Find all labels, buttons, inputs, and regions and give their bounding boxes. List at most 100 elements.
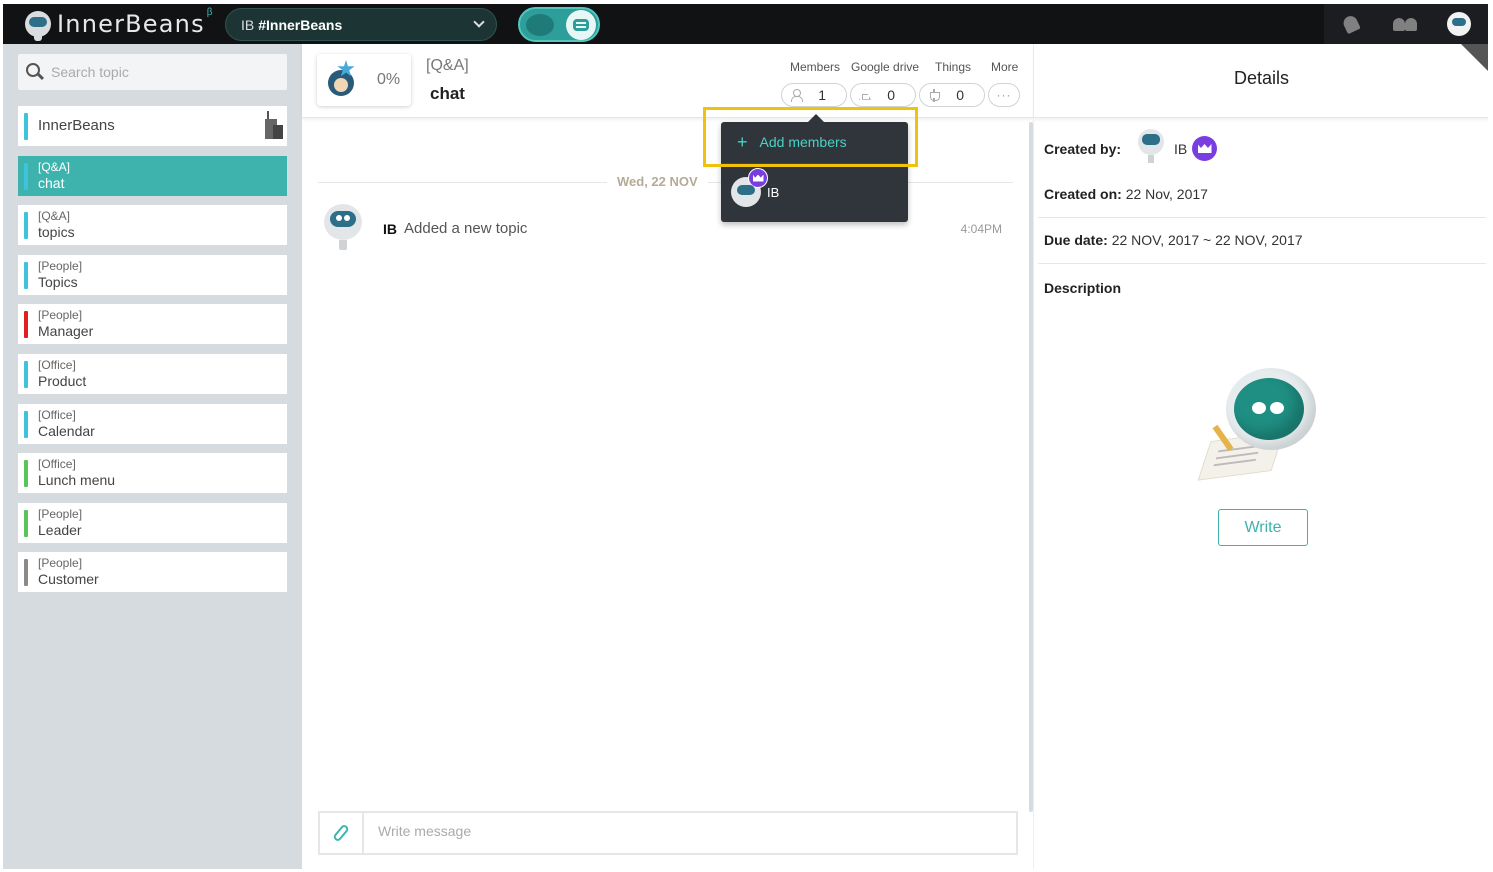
writing-bean-illustration xyxy=(1197,366,1322,484)
workspace-name: #InnerBeans xyxy=(258,16,343,33)
topic-color-bar xyxy=(24,162,28,190)
members-button[interactable] xyxy=(1378,4,1432,44)
app-logo[interactable]: InnerBeans β xyxy=(25,6,213,41)
topic-sidebar: InnerBeans [Q&A] chat [Q&A] topics [Peop xyxy=(3,44,302,869)
write-description-button[interactable]: Write xyxy=(1218,509,1308,546)
member-name: IB xyxy=(767,184,780,200)
things-label: Things xyxy=(935,60,972,74)
google-drive-count-button[interactable]: 0 xyxy=(850,83,916,107)
topic-title: Topics xyxy=(38,273,78,290)
bean-view-icon[interactable] xyxy=(526,14,554,36)
topic-item-calendar[interactable]: [Office] Calendar xyxy=(18,403,287,444)
plus-icon: + xyxy=(737,132,748,152)
created-by-label: Created by: xyxy=(1044,141,1122,157)
drive-count: 0 xyxy=(887,87,895,103)
due-date-value: 22 NOV, 2017 ~ 22 NOV, 2017 xyxy=(1111,232,1303,248)
topic-color-bar xyxy=(24,261,28,289)
more-button[interactable]: ··· xyxy=(988,83,1020,107)
things-count-button[interactable]: 0 xyxy=(919,83,985,107)
profile-button[interactable] xyxy=(1432,4,1486,44)
topic-item-people-topics[interactable]: [People] Topics xyxy=(18,254,287,295)
topic-tag: [Office] xyxy=(38,357,76,372)
topic-item-product[interactable]: [Office] Product xyxy=(18,353,287,394)
due-date-row[interactable]: Due date: 22 NOV, 2017 ~ 22 NOV, 2017 xyxy=(1044,232,1303,248)
search-input[interactable] xyxy=(51,64,271,80)
description-row: Description xyxy=(1044,280,1121,296)
app-name: InnerBeans xyxy=(57,10,205,38)
topic-item-customer[interactable]: [People] Customer xyxy=(18,552,287,593)
members-count: 1 xyxy=(818,87,826,103)
top-bar: InnerBeans β IB #InnerBeans xyxy=(3,4,1488,44)
topic-item-lunch-menu[interactable]: [Office] Lunch menu xyxy=(18,453,287,494)
topic-header-tag: [Q&A] xyxy=(426,57,469,74)
building-icon xyxy=(263,111,283,141)
topic-tag: [Office] xyxy=(38,457,76,472)
message-author: IB xyxy=(383,221,397,237)
topic-progress-card[interactable]: 0% xyxy=(317,54,411,106)
topic-tag: [Q&A] xyxy=(38,209,71,224)
topic-item-leader[interactable]: [People] Leader xyxy=(18,502,287,543)
topic-color-bar xyxy=(24,509,28,537)
things-count: 0 xyxy=(956,87,964,103)
topic-title: Lunch menu xyxy=(38,472,116,489)
members-dropdown: + Add members IB xyxy=(721,114,908,222)
plug-icon xyxy=(928,89,940,101)
dropdown-divider xyxy=(721,163,908,164)
topic-title: Calendar xyxy=(38,422,95,439)
details-header: Details xyxy=(1034,44,1488,118)
add-members-button[interactable]: + Add members xyxy=(721,122,908,162)
topic-title: Manager xyxy=(38,323,94,340)
workspace-selector[interactable]: IB #InnerBeans xyxy=(225,8,497,41)
topic-title: Customer xyxy=(38,571,99,588)
chat-view-button[interactable] xyxy=(566,10,596,40)
top-right-actions xyxy=(1324,4,1488,44)
creator-avatar-icon[interactable] xyxy=(1138,129,1166,163)
progress-percent: 0% xyxy=(377,71,401,88)
topic-color-bar xyxy=(24,360,28,388)
notification-button[interactable] xyxy=(1324,4,1378,44)
created-on-value: 22 Nov, 2017 xyxy=(1125,186,1208,202)
attach-button[interactable] xyxy=(320,813,364,853)
topic-header-title: chat xyxy=(430,84,465,103)
topic-tag: [People] xyxy=(38,506,83,521)
topic-color-bar xyxy=(24,212,28,240)
topic-tag: [Q&A] xyxy=(38,159,71,174)
search-icon xyxy=(26,63,44,81)
topic-color-bar xyxy=(24,559,28,587)
topic-title: Product xyxy=(38,372,87,389)
chevron-down-icon xyxy=(473,16,485,28)
topic-tag: [Office] xyxy=(38,407,76,422)
description-label: Description xyxy=(1044,280,1122,296)
topic-item-manager[interactable]: [People] Manager xyxy=(18,304,287,345)
topic-list: InnerBeans [Q&A] chat [Q&A] topics [Peop xyxy=(18,106,287,602)
topic-title: InnerBeans xyxy=(38,117,115,134)
details-title: Details xyxy=(1233,68,1290,88)
topic-header: 0% [Q&A] chat Members Google drive Thing… xyxy=(302,44,1033,118)
topic-item-innerbeans[interactable]: InnerBeans xyxy=(18,106,287,146)
message-time: 4:04PM xyxy=(960,222,1002,236)
bean-mascot-icon xyxy=(25,11,51,41)
beta-badge: β xyxy=(206,6,213,18)
people-icon xyxy=(1391,17,1419,31)
creator-name: IB xyxy=(1174,141,1188,157)
view-mode-toggle[interactable] xyxy=(518,7,600,42)
topic-item-chat[interactable]: [Q&A] chat xyxy=(18,155,287,196)
topic-item-topics[interactable]: [Q&A] topics xyxy=(18,205,287,246)
members-count-button[interactable]: 1 xyxy=(781,83,847,107)
workspace-prefix: IB xyxy=(241,16,255,33)
google-drive-label: Google drive xyxy=(851,60,920,74)
paperclip-icon xyxy=(332,823,350,843)
google-drive-icon xyxy=(859,89,871,100)
topic-color-bar xyxy=(24,460,28,488)
more-label: More xyxy=(991,60,1019,74)
corner-fold-icon[interactable] xyxy=(1461,44,1488,72)
topic-title: Leader xyxy=(38,521,82,538)
ib-avatar-icon[interactable] xyxy=(322,204,364,252)
message-text: Added a new topic xyxy=(404,220,528,237)
message-input[interactable] xyxy=(378,823,978,839)
crown-icon xyxy=(1192,136,1217,161)
message-composer xyxy=(318,811,1018,855)
search-box[interactable] xyxy=(18,54,287,90)
add-members-label: Add members xyxy=(759,134,847,150)
member-item[interactable]: IB xyxy=(731,168,780,209)
